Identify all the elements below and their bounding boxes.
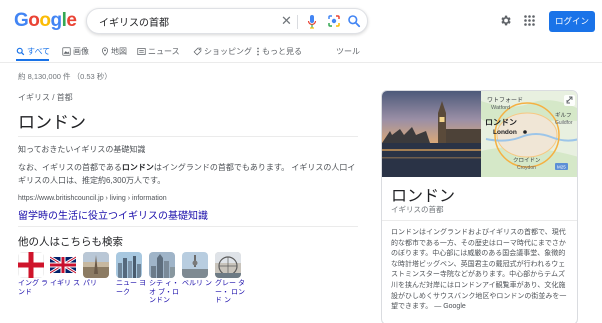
logo-letter: e — [66, 10, 77, 31]
tab-label: もっと見る — [262, 46, 302, 56]
tab-label: ショッピング — [204, 46, 252, 56]
related-item-label: ベルリ ン — [182, 280, 212, 287]
paris-thumbnail — [83, 252, 109, 278]
breadcrumb[interactable]: イギリス / 首都 — [18, 92, 73, 103]
search-box[interactable]: イギリスの首都 ✕ — [86, 8, 368, 34]
answer-title: ロンドン — [18, 113, 86, 132]
map-label-city-jp: ロンドン — [485, 118, 517, 127]
tab-tools[interactable]: ツール — [336, 44, 360, 58]
section-divider — [18, 226, 358, 227]
related-item-greater-london[interactable]: グレー ター・ ロンド ン — [215, 252, 245, 306]
city-of-london-thumbnail — [149, 252, 175, 278]
related-item-berlin[interactable]: ベルリ ン — [182, 252, 212, 289]
london-photo[interactable] — [382, 91, 481, 177]
logo-letter: o — [39, 10, 51, 31]
new-york-thumbnail — [116, 252, 142, 278]
snippet-text-bold: ロンドン — [121, 163, 154, 172]
search-divider — [297, 15, 298, 29]
tab-label: ツール — [336, 46, 360, 56]
berlin-thumbnail — [182, 252, 208, 278]
related-item-label: イング ランド — [18, 280, 48, 296]
tab-all[interactable]: すべて — [16, 44, 50, 58]
map-road-shield: M25 — [557, 165, 566, 170]
tab-images[interactable]: 画像 — [62, 44, 89, 58]
map-label-croydon-en: Croydon — [517, 165, 536, 171]
more-vert-icon — [257, 47, 259, 55]
related-item-england[interactable]: イング ランド — [18, 252, 48, 297]
knowledge-panel: ワトフォード Watford ロンドン London ギルフ Guildfor … — [381, 90, 578, 323]
map-pin-icon — [101, 46, 109, 56]
related-item-uk[interactable]: イギリ ス — [50, 252, 80, 289]
uk-flag-icon — [50, 252, 76, 278]
related-item-label: シテ ィ・オ ブ・ロ ンドン — [149, 280, 179, 304]
active-tab-indicator — [16, 59, 49, 61]
related-searches-heading: 他の人はこちらも検索 — [18, 236, 123, 248]
kp-title: ロンドン — [391, 188, 456, 205]
related-item-label: グレー ター・ ロンド ン — [215, 280, 245, 304]
london-map[interactable]: ワトフォード Watford ロンドン London ギルフ Guildfor … — [481, 91, 578, 177]
related-item-label: ニュー ヨーク — [116, 280, 146, 296]
apps-grid-icon[interactable] — [524, 15, 535, 26]
england-flag-icon — [18, 252, 44, 278]
kp-divider — [382, 220, 577, 221]
gear-icon[interactable] — [499, 14, 512, 27]
snippet-heading: 知っておきたいイギリスの基礎知識 — [18, 145, 146, 154]
logo-letter: G — [14, 10, 29, 31]
related-item-label: パリ — [83, 280, 97, 287]
answer-divider — [18, 136, 358, 137]
map-label-watford-en: Watford — [491, 105, 510, 111]
map-label-guildford-jp: ギルフ — [555, 112, 572, 119]
login-button[interactable]: ログイン — [549, 11, 595, 32]
tab-shopping[interactable]: ショッピング — [193, 44, 252, 58]
tab-label: すべて — [27, 46, 51, 56]
map-label-croydon-jp: クロイドン — [513, 157, 541, 164]
tab-news[interactable]: ニュース — [137, 44, 180, 58]
tag-icon — [193, 47, 202, 55]
snippet-text-pre: なお、イギリスの首都である — [18, 163, 122, 172]
clear-icon[interactable]: ✕ — [281, 13, 292, 29]
kp-subtitle: イギリスの首都 — [391, 205, 444, 214]
image-icon — [62, 46, 71, 56]
related-item-city-of-london[interactable]: シテ ィ・オ ブ・ロ ンドン — [149, 252, 179, 306]
source-title-link[interactable]: 留学時の生活に役立つイギリスの基礎知識 — [18, 207, 208, 222]
search-icon — [16, 47, 25, 55]
microphone-icon[interactable] — [307, 14, 317, 30]
map-label-guildford-en: Guildfor — [555, 120, 573, 126]
expand-icon[interactable] — [564, 95, 575, 106]
tab-label: ニュース — [148, 46, 180, 56]
google-logo[interactable]: Google — [14, 10, 77, 32]
result-stats: 約 8,130,000 件 （0.53 秒） — [18, 72, 112, 81]
search-icon[interactable] — [347, 14, 361, 28]
header-divider — [0, 62, 602, 63]
tab-more[interactable]: もっと見る — [256, 44, 302, 58]
camera-lens-icon[interactable] — [327, 14, 341, 28]
logo-letter: g — [50, 10, 63, 31]
search-tabs: すべて 画像 地図 ニュース ショッピング もっと見る ツール — [0, 44, 602, 64]
map-label-watford-jp: ワトフォード — [487, 97, 523, 104]
kp-description: ロンドンはイングランドおよびイギリスの首都で、現代的な都市である一方、その歴史は… — [391, 229, 567, 311]
tab-label: 地図 — [111, 46, 127, 56]
tab-maps[interactable]: 地図 — [101, 44, 127, 58]
related-item-new-york[interactable]: ニュー ヨーク — [116, 252, 146, 297]
search-input[interactable]: イギリスの首都 — [99, 14, 169, 29]
source-url[interactable]: https://www.britishcouncil.jp › living ›… — [18, 195, 167, 202]
tab-label: 画像 — [73, 46, 89, 56]
map-label-city-en: London — [493, 129, 517, 136]
related-item-paris[interactable]: パリ — [83, 252, 109, 289]
snippet-text: なお、イギリスの首都であるロンドンはイングランドの首都でもあります。 イギリスの… — [18, 161, 363, 187]
logo-letter: o — [28, 10, 40, 31]
news-icon — [137, 47, 146, 55]
related-item-label: イギリ ス — [50, 280, 80, 287]
greater-london-thumbnail — [215, 252, 241, 278]
